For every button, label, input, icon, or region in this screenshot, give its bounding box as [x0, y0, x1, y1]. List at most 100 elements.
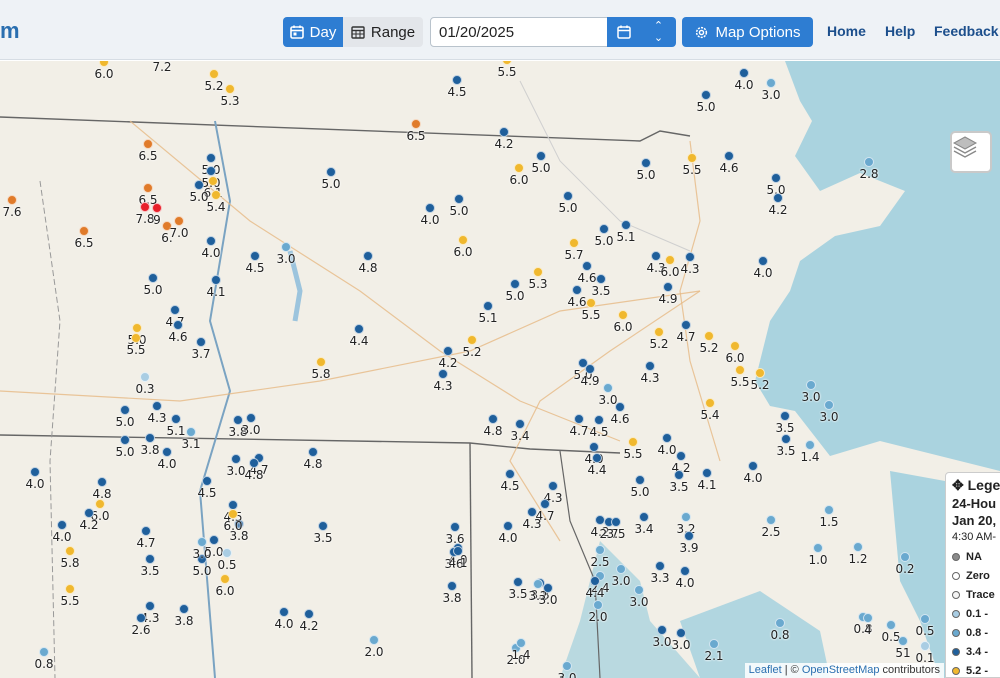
- station-dot[interactable]: [739, 68, 749, 78]
- map-options-button[interactable]: Map Options: [682, 17, 813, 47]
- station-dot[interactable]: [174, 216, 184, 226]
- station-dot[interactable]: [527, 507, 537, 517]
- station-dot[interactable]: [628, 437, 638, 447]
- station-dot[interactable]: [536, 151, 546, 161]
- station-dot[interactable]: [813, 543, 823, 553]
- station-dot[interactable]: [97, 477, 107, 487]
- station-dot[interactable]: [701, 90, 711, 100]
- station-dot[interactable]: [209, 69, 219, 79]
- station-dot[interactable]: [705, 398, 715, 408]
- station-dot[interactable]: [513, 577, 523, 587]
- station-dot[interactable]: [65, 584, 75, 594]
- station-dot[interactable]: [730, 341, 740, 351]
- station-dot[interactable]: [308, 447, 318, 457]
- station-dot[interactable]: [748, 461, 758, 471]
- station-dot[interactable]: [616, 564, 626, 574]
- station-dot[interactable]: [824, 505, 834, 515]
- station-dot[interactable]: [611, 517, 621, 527]
- station-dot[interactable]: [206, 166, 216, 176]
- day-mode-button[interactable]: Day: [283, 17, 343, 47]
- station-dot[interactable]: [775, 618, 785, 628]
- station-dot[interactable]: [603, 383, 613, 393]
- station-dot[interactable]: [533, 579, 543, 589]
- station-dot[interactable]: [194, 180, 204, 190]
- station-dot[interactable]: [143, 139, 153, 149]
- station-dot[interactable]: [162, 447, 172, 457]
- station-dot[interactable]: [171, 414, 181, 424]
- station-dot[interactable]: [443, 346, 453, 356]
- station-dot[interactable]: [186, 427, 196, 437]
- station-dot[interactable]: [853, 542, 863, 552]
- station-dot[interactable]: [179, 604, 189, 614]
- station-dot[interactable]: [572, 285, 582, 295]
- station-dot[interactable]: [863, 613, 873, 623]
- date-stepper[interactable]: ⌃ ⌄: [641, 17, 676, 47]
- station-dot[interactable]: [196, 337, 206, 347]
- station-dot[interactable]: [454, 194, 464, 204]
- station-dot[interactable]: [704, 331, 714, 341]
- station-dot[interactable]: [618, 310, 628, 320]
- station-dot[interactable]: [515, 419, 525, 429]
- station-dot[interactable]: [231, 454, 241, 464]
- layers-control-button[interactable]: [950, 131, 992, 173]
- station-dot[interactable]: [250, 251, 260, 261]
- station-dot[interactable]: [665, 255, 675, 265]
- station-dot[interactable]: [548, 481, 558, 491]
- precipitation-map[interactable]: 6.0 7.2 5.2 5.3 5.5 4.5 4.0 3.0 5.0 6.5 6.5 4.2 5.0 5…: [0, 61, 1000, 678]
- station-dot[interactable]: [131, 333, 141, 343]
- station-dot[interactable]: [709, 639, 719, 649]
- station-dot[interactable]: [7, 195, 17, 205]
- station-dot[interactable]: [209, 535, 219, 545]
- station-dot[interactable]: [621, 220, 631, 230]
- station-dot[interactable]: [680, 566, 690, 576]
- station-dot[interactable]: [562, 661, 572, 671]
- station-dot[interactable]: [593, 600, 603, 610]
- station-dot[interactable]: [326, 167, 336, 177]
- station-dot[interactable]: [654, 327, 664, 337]
- station-dot[interactable]: [657, 625, 667, 635]
- station-dot[interactable]: [458, 235, 468, 245]
- station-dot[interactable]: [483, 301, 493, 311]
- station-dot[interactable]: [152, 203, 162, 213]
- station-dot[interactable]: [681, 512, 691, 522]
- station-dot[interactable]: [676, 451, 686, 461]
- station-dot[interactable]: [595, 545, 605, 555]
- calendar-picker-button[interactable]: [607, 17, 641, 47]
- station-dot[interactable]: [503, 521, 513, 531]
- station-dot[interactable]: [543, 583, 553, 593]
- station-dot[interactable]: [499, 127, 509, 137]
- station-dot[interactable]: [206, 153, 216, 163]
- station-dot[interactable]: [615, 402, 625, 412]
- station-dot[interactable]: [425, 203, 435, 213]
- station-dot[interactable]: [488, 414, 498, 424]
- station-dot[interactable]: [304, 609, 314, 619]
- station-dot[interactable]: [281, 242, 291, 252]
- range-mode-button[interactable]: Range: [343, 17, 423, 47]
- station-dot[interactable]: [702, 468, 712, 478]
- station-dot[interactable]: [140, 202, 150, 212]
- station-dot[interactable]: [516, 638, 526, 648]
- app-brand[interactable]: m: [0, 18, 20, 44]
- station-dot[interactable]: [505, 469, 515, 479]
- station-dot[interactable]: [685, 252, 695, 262]
- station-dot[interactable]: [453, 546, 463, 556]
- station-dot[interactable]: [145, 433, 155, 443]
- station-dot[interactable]: [57, 520, 67, 530]
- station-dot[interactable]: [574, 414, 584, 424]
- station-dot[interactable]: [639, 512, 649, 522]
- station-dot[interactable]: [599, 224, 609, 234]
- station-dot[interactable]: [755, 368, 765, 378]
- station-dot[interactable]: [645, 361, 655, 371]
- station-dot[interactable]: [211, 275, 221, 285]
- station-dot[interactable]: [674, 470, 684, 480]
- station-dot[interactable]: [39, 647, 49, 657]
- station-dot[interactable]: [569, 238, 579, 248]
- station-dot[interactable]: [663, 282, 673, 292]
- station-dot[interactable]: [30, 467, 40, 477]
- station-dot[interactable]: [655, 561, 665, 571]
- station-dot[interactable]: [249, 458, 259, 468]
- station-dot[interactable]: [514, 163, 524, 173]
- station-dot[interactable]: [228, 509, 238, 519]
- station-dot[interactable]: [202, 476, 212, 486]
- station-dot[interactable]: [651, 251, 661, 261]
